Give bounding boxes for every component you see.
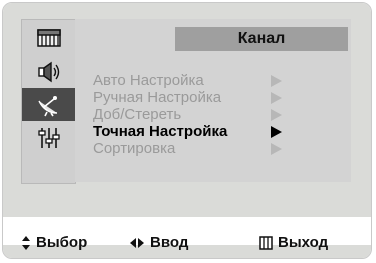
sidebar-item-sound[interactable]: [22, 55, 75, 88]
sidebar-item-blank: [22, 154, 75, 187]
tv-picture-icon: [36, 28, 61, 47]
left-right-arrow-icon: [129, 237, 145, 249]
footer-controls: Выбор Ввод Выход: [21, 229, 371, 256]
sidebar: [21, 19, 76, 184]
menu-item-add-delete[interactable]: Доб/Стереть: [93, 106, 181, 124]
footer-exit[interactable]: Выход: [259, 229, 328, 256]
sidebar-item-picture[interactable]: [22, 22, 75, 55]
osd-frame: Канал Авто Настройка Ручная Настройка До…: [3, 3, 371, 258]
satellite-channel-icon: [37, 95, 57, 116]
footer-select-label: Выбор: [36, 234, 88, 251]
chevron-right-icon: [271, 126, 282, 138]
sidebar-item-setup[interactable]: [22, 121, 75, 154]
menu-exit-icon: [259, 235, 273, 250]
menu-item-manual-setup[interactable]: Ручная Настройка: [93, 89, 221, 107]
chevron-right-icon: [271, 143, 282, 155]
footer-select[interactable]: Выбор: [21, 229, 87, 256]
footer-exit-label: Выход: [278, 234, 329, 251]
up-down-arrow-icon: [21, 235, 31, 251]
menu-item-sort[interactable]: Сортировка: [93, 140, 175, 158]
footer-enter[interactable]: Ввод: [129, 229, 188, 256]
menu-panel: Канал Авто Настройка Ручная Настройка До…: [75, 19, 351, 182]
sidebar-item-channel[interactable]: [22, 88, 75, 121]
osd-screen: Канал Авто Настройка Ручная Настройка До…: [2, 2, 372, 259]
footer-enter-label: Ввод: [150, 234, 189, 251]
chevron-right-icon: [271, 75, 282, 87]
menu-item-auto-setup[interactable]: Авто Настройка: [93, 72, 204, 90]
chevron-right-icon: [271, 92, 282, 104]
chevron-right-icon: [271, 109, 282, 121]
speaker-sound-icon: [37, 61, 59, 82]
page-title: Канал: [175, 27, 348, 51]
menu-item-fine-tune[interactable]: Точная Настройка: [93, 123, 227, 141]
equalizer-settings-icon: [37, 127, 60, 148]
